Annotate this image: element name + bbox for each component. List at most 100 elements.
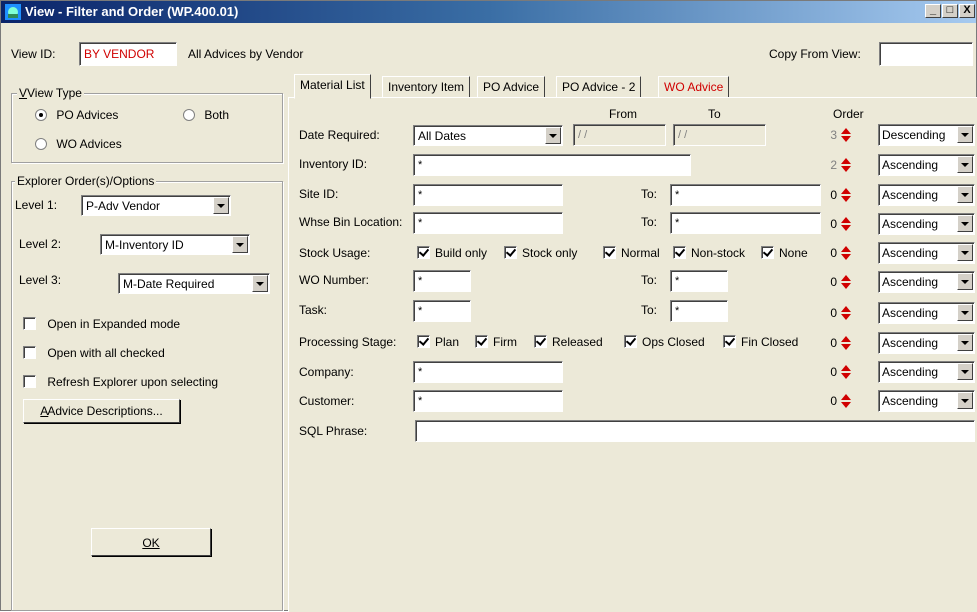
order-stepper-stage[interactable]: 0: [819, 332, 853, 354]
spin-arrows-icon[interactable]: [841, 336, 851, 350]
chevron-down-icon[interactable]: [232, 236, 248, 253]
level1-combo[interactable]: P-Adv Vendor: [81, 195, 231, 216]
chevron-down-icon[interactable]: [957, 126, 973, 143]
tab-material-list[interactable]: Material List: [294, 74, 371, 99]
close-button[interactable]: X: [959, 4, 975, 18]
check-ops-closed[interactable]: Ops Closed: [624, 335, 705, 349]
level1-value: P-Adv Vendor: [86, 199, 161, 213]
ok-button[interactable]: OK: [91, 528, 211, 556]
check-non-stock[interactable]: Non-stock: [673, 246, 745, 260]
minimize-button[interactable]: _: [925, 4, 941, 18]
sort-select-date[interactable]: Descending: [878, 124, 975, 146]
spin-arrows-icon[interactable]: [841, 188, 851, 202]
chevron-down-icon[interactable]: [957, 244, 973, 261]
spin-arrows-icon[interactable]: [841, 306, 851, 320]
order-stepper-wo[interactable]: 0: [819, 271, 853, 293]
tab-wo-advice[interactable]: WO Advice: [658, 76, 730, 98]
spin-arrows-icon[interactable]: [841, 394, 851, 408]
sort-select-stage[interactable]: Ascending: [878, 332, 975, 354]
chevron-down-icon[interactable]: [957, 392, 973, 409]
order-stepper-date[interactable]: 3: [819, 124, 853, 146]
sort-select-wo[interactable]: Ascending: [878, 271, 975, 293]
sort-select-inventory[interactable]: Ascending: [878, 154, 975, 176]
sort-select-stock[interactable]: Ascending: [878, 242, 975, 264]
chevron-down-icon[interactable]: [545, 127, 561, 144]
sort-value: Ascending: [882, 336, 939, 350]
view-id-input[interactable]: BY VENDOR: [79, 42, 177, 66]
sort-select-company[interactable]: Ascending: [878, 361, 975, 383]
chevron-down-icon[interactable]: [957, 334, 973, 351]
radio-wo-advices[interactable]: WO Advices: [35, 137, 122, 151]
sort-value: Descending: [882, 128, 946, 142]
chevron-down-icon[interactable]: [957, 215, 973, 232]
chevron-down-icon[interactable]: [957, 273, 973, 290]
check-refresh-label: Refresh Explorer upon selecting: [47, 375, 219, 389]
check-firm[interactable]: Firm: [475, 335, 517, 349]
check-expanded-mode[interactable]: Open in Expanded mode: [23, 317, 180, 331]
chevron-down-icon[interactable]: [957, 156, 973, 173]
level2-value: M-Inventory ID: [105, 238, 184, 252]
radio-po-advices[interactable]: PO Advices: [35, 108, 118, 122]
copy-from-input[interactable]: [879, 42, 973, 66]
order-stepper-stock[interactable]: 0: [819, 242, 853, 264]
sql-phrase-input[interactable]: [415, 420, 975, 442]
chevron-down-icon[interactable]: [957, 363, 973, 380]
spin-arrows-icon[interactable]: [841, 217, 851, 231]
tab-po-advice-2[interactable]: PO Advice - 2: [556, 76, 642, 98]
sort-value: Ascending: [882, 275, 939, 289]
whse-bin-from-input[interactable]: *: [413, 212, 563, 234]
site-id-from-input[interactable]: *: [413, 184, 563, 206]
maximize-button[interactable]: □: [942, 4, 958, 18]
chevron-down-icon[interactable]: [957, 304, 973, 321]
site-id-to-input[interactable]: *: [670, 184, 821, 206]
check-all-checked[interactable]: Open with all checked: [23, 346, 165, 360]
order-stepper-company[interactable]: 0: [819, 361, 853, 383]
check-released[interactable]: Released: [534, 335, 603, 349]
wo-number-to-input[interactable]: *: [670, 270, 728, 292]
check-refresh-explorer[interactable]: Refresh Explorer upon selecting: [23, 375, 218, 389]
task-to-input[interactable]: *: [670, 300, 728, 322]
date-required-combo[interactable]: All Dates: [413, 125, 563, 146]
spin-arrows-icon[interactable]: [841, 158, 851, 172]
sort-select-site[interactable]: Ascending: [878, 184, 975, 206]
check-stock-only[interactable]: Stock only: [504, 246, 577, 260]
date-to-input[interactable]: / /: [673, 124, 766, 146]
radio-both[interactable]: Both: [183, 108, 229, 122]
chevron-down-icon[interactable]: [252, 275, 268, 292]
spin-arrows-icon[interactable]: [841, 128, 851, 142]
sort-select-customer[interactable]: Ascending: [878, 390, 975, 412]
task-from-input[interactable]: *: [413, 300, 471, 322]
col-to: To: [708, 107, 721, 121]
check-normal[interactable]: Normal: [603, 246, 660, 260]
order-value: 0: [830, 394, 837, 408]
check-build-only[interactable]: Build only: [417, 246, 487, 260]
sort-select-task[interactable]: Ascending: [878, 302, 975, 324]
spin-arrows-icon[interactable]: [841, 275, 851, 289]
chevron-down-icon[interactable]: [957, 186, 973, 203]
spin-arrows-icon[interactable]: [841, 365, 851, 379]
chevron-down-icon[interactable]: [213, 197, 229, 214]
whse-bin-to-input[interactable]: *: [670, 212, 821, 234]
inventory-id-input[interactable]: *: [413, 154, 691, 176]
customer-input[interactable]: *: [413, 390, 563, 412]
order-stepper-customer[interactable]: 0: [819, 390, 853, 412]
level2-combo[interactable]: M-Inventory ID: [100, 234, 250, 255]
level3-combo[interactable]: M-Date Required: [118, 273, 270, 294]
company-input[interactable]: *: [413, 361, 563, 383]
check-none[interactable]: None: [761, 246, 808, 260]
wo-number-from-input[interactable]: *: [413, 270, 471, 292]
order-stepper-whse[interactable]: 0: [819, 213, 853, 235]
tab-inventory-item[interactable]: Inventory Item: [382, 76, 471, 98]
date-from-input[interactable]: / /: [573, 124, 666, 146]
spin-arrows-icon[interactable]: [841, 246, 851, 260]
order-stepper-site[interactable]: 0: [819, 184, 853, 206]
title-bar[interactable]: View - Filter and Order (WP.400.01) _ □ …: [1, 1, 976, 23]
check-fin-closed[interactable]: Fin Closed: [723, 335, 798, 349]
advice-descriptions-button[interactable]: AAdvice Descriptions...: [23, 399, 180, 423]
tab-po-advice[interactable]: PO Advice: [477, 76, 546, 98]
order-stepper-task[interactable]: 0: [819, 302, 853, 324]
order-value: 0: [830, 365, 837, 379]
check-plan[interactable]: Plan: [417, 335, 459, 349]
sort-select-whse[interactable]: Ascending: [878, 213, 975, 235]
order-stepper-inventory[interactable]: 2: [819, 154, 853, 176]
